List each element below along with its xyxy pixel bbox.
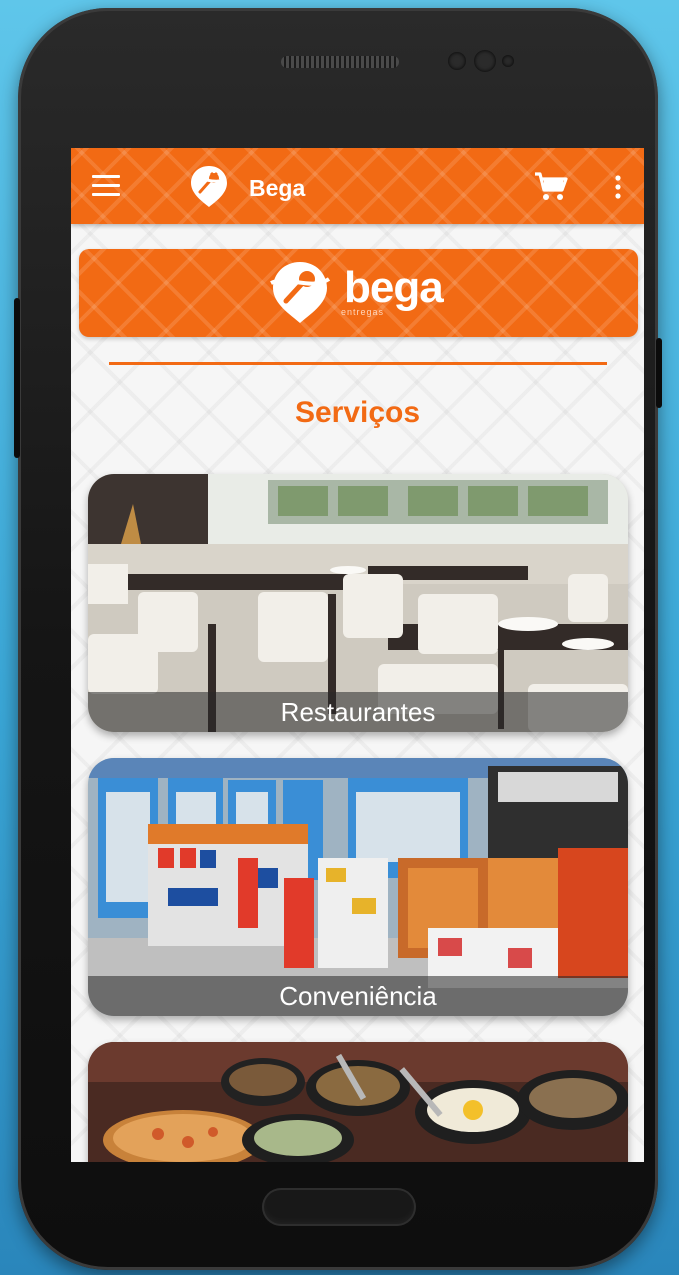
- service-card-label: Conveniência: [88, 976, 628, 1016]
- hamburger-menu-icon[interactable]: [92, 175, 120, 197]
- section-divider: [109, 362, 607, 365]
- app-title: Bega: [249, 175, 306, 201]
- light-sensor: [502, 55, 514, 67]
- shopping-cart-icon[interactable]: [533, 170, 569, 202]
- brand-subtext: entregas: [341, 307, 385, 317]
- more-vertical-icon[interactable]: [606, 173, 630, 201]
- service-card-food[interactable]: [88, 1042, 628, 1162]
- app-bar: Bega: [71, 148, 644, 224]
- bega-logo-icon: [191, 166, 227, 207]
- power-button: [656, 338, 662, 408]
- front-camera: [474, 50, 496, 72]
- service-card-restaurantes[interactable]: Restaurantes: [88, 474, 628, 732]
- section-title: Serviços: [294, 396, 421, 429]
- app-screen: Bega bega entregas Serviços Restaurantes…: [71, 148, 644, 1162]
- brand-banner: bega entregas: [79, 249, 638, 337]
- bega-logo-icon: [270, 262, 331, 323]
- service-card-conveniencia[interactable]: Conveniência: [88, 758, 628, 1016]
- brand-wordmark: bega: [344, 263, 444, 312]
- volume-button: [14, 298, 20, 458]
- food-photo: [88, 1042, 628, 1162]
- home-button[interactable]: [262, 1188, 416, 1226]
- service-card-label: Restaurantes: [88, 692, 628, 732]
- device-frame: Bega bega entregas Serviços Restaurantes…: [14, 8, 662, 1270]
- earpiece-speaker: [281, 56, 399, 68]
- proximity-sensor: [448, 52, 466, 70]
